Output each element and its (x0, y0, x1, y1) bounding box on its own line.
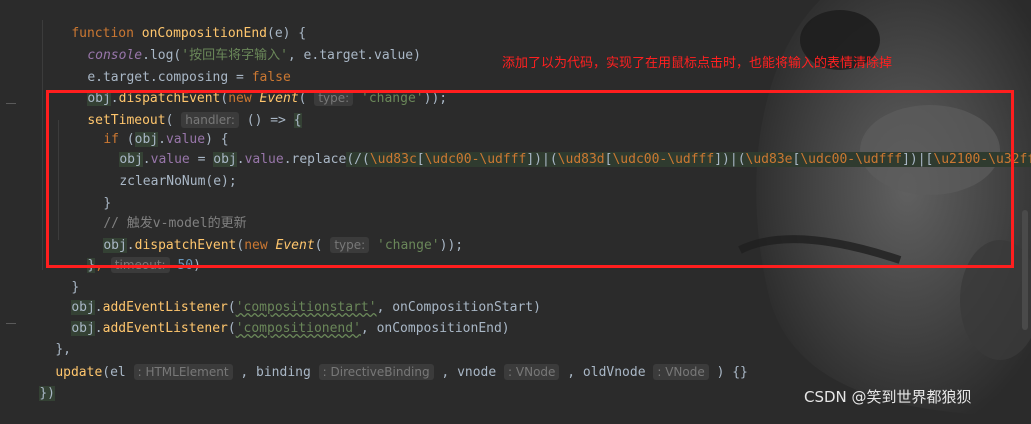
editor-gutter (0, 0, 24, 416)
type-hint: : VNode (504, 364, 560, 380)
code-text: . (94, 321, 103, 336)
string-literal: 'compositionend' (235, 321, 361, 336)
code-line[interactable]: obj.dispatchEvent(new Event( type: 'chan… (56, 68, 447, 106)
code-line[interactable]: e.target.composing = false (56, 48, 291, 85)
highlight-box (46, 90, 1014, 268)
code-line[interactable]: }) (8, 364, 55, 401)
type-hint: : DirectiveBinding (318, 364, 434, 380)
code-text: (el (102, 365, 126, 380)
method-name: addEventListener (102, 321, 228, 336)
code-text: obj (71, 321, 95, 336)
code-text: , e.target.value) (287, 48, 421, 63)
code-text: }) (39, 386, 55, 401)
annotation-text: 添加了以为代码，实现了在用鼠标点击时，也能将输入的表情清除掉 (502, 56, 893, 71)
code-line[interactable]: console.log('按回车将字输入', e.target.value) (56, 26, 421, 63)
vertical-scrollbar[interactable] (1022, 210, 1028, 330)
fold-marker[interactable] (6, 323, 16, 324)
code-text: , oldVnode (559, 365, 646, 380)
code-text: , binding (232, 365, 311, 380)
type-hint: : HTMLElement (133, 364, 233, 380)
code-text: ) {} (708, 365, 748, 380)
code-text: , vnode (433, 365, 497, 380)
code-text: ( (227, 321, 236, 336)
code-line[interactable]: function onCompositionEnd(e) { (40, 4, 306, 41)
method-name: update (55, 365, 103, 380)
code-line[interactable]: obj.addEventListener('compositionend', o… (40, 299, 510, 336)
code-line[interactable]: obj.addEventListener('compositionstart',… (40, 278, 541, 315)
type-hint: : VNode (653, 364, 709, 380)
watermark: CSDN @笑到世界都狼狈 (804, 388, 972, 406)
code-text: , onCompositionEnd) (360, 321, 510, 336)
code-line[interactable]: update(el : HTMLElement , binding : Dire… (24, 342, 748, 380)
fold-marker[interactable] (6, 103, 16, 104)
code-line[interactable]: }, (24, 320, 71, 357)
